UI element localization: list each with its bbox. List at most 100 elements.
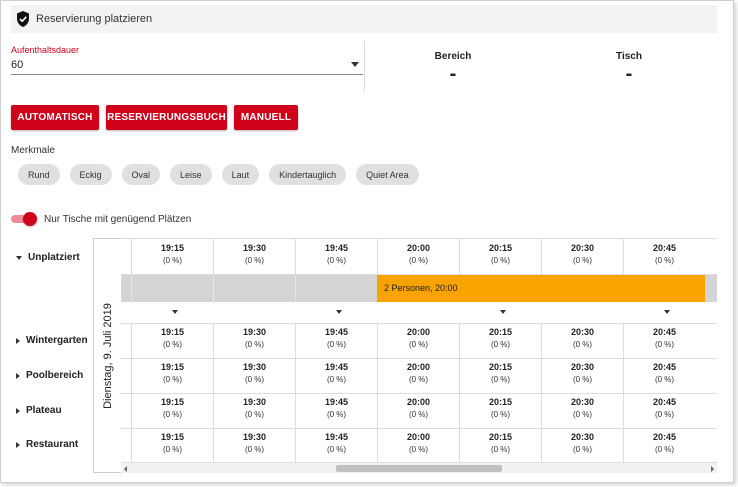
occupancy-label: (0 %)	[244, 445, 265, 454]
dialog-title: Reservierung platzieren	[36, 13, 153, 25]
time-slot-cell[interactable]: 19:15 (0 %)	[131, 428, 213, 462]
expand-right-icon	[16, 441, 20, 448]
time-label: 20:00	[406, 243, 431, 253]
occupancy-label: (0 %)	[162, 445, 183, 454]
reservation-block[interactable]: 2 Personen, 20:00	[377, 274, 705, 302]
time-label: 19:45	[324, 362, 349, 372]
time-slot-cell[interactable]: 19:45 (0 %)	[295, 323, 377, 358]
time-label: 20:00	[406, 362, 431, 372]
occupancy-label: (0 %)	[490, 375, 511, 384]
automatisch-button[interactable]: AUTOMATISCH	[11, 105, 99, 130]
group-label: Poolbereich	[26, 370, 84, 381]
time-label: 20:45	[652, 362, 677, 372]
dropdown-arrow-icon[interactable]	[336, 310, 342, 314]
occupancy-label: (0 %)	[654, 340, 675, 349]
occupancy-label: (0 %)	[408, 256, 429, 265]
reservierungsbuch-button[interactable]: RESERVIERUNGSBUCH	[106, 105, 227, 130]
time-slot-cell[interactable]: 19:30 (0 %)	[213, 323, 295, 358]
group-restaurant[interactable]: Restaurant	[16, 439, 78, 450]
time-slot-cell[interactable]: 20:45 (0 %)	[623, 323, 705, 358]
group-plateau[interactable]: Plateau	[16, 405, 62, 416]
duration-select[interactable]: Aufenthaltsdauer 60	[11, 45, 363, 75]
time-slot-cell[interactable]: 20:00 (0 %)	[377, 323, 459, 358]
group-unplatziert[interactable]: Unplatziert	[16, 252, 80, 263]
time-slot-cell[interactable]: 20:15 (0 %)	[459, 393, 541, 428]
time-slot-cell[interactable]: 20:00 (0 %)	[377, 239, 459, 274]
horizontal-scrollbar[interactable]	[121, 462, 717, 473]
scrollbar-thumb[interactable]	[336, 465, 502, 472]
time-slot-cell[interactable]: 19:45 (0 %)	[295, 239, 377, 274]
time-label: 19:30	[242, 243, 267, 253]
occupancy-label: (0 %)	[654, 256, 675, 265]
occupancy-label: (0 %)	[162, 256, 183, 265]
time-slot-cell[interactable]: 19:45 (0 %)	[295, 428, 377, 462]
time-slot-cell[interactable]: 19:15 (0 %)	[131, 358, 213, 393]
time-label: 20:45	[652, 432, 677, 442]
duration-value[interactable]: 60	[11, 59, 363, 75]
time-label: 20:45	[652, 327, 677, 337]
time-slot-cell[interactable]: 20:00 (0 %)	[377, 358, 459, 393]
tisch-value: -	[625, 63, 633, 85]
dialog-frame: Reservierung platzieren Aufenthaltsdauer…	[0, 0, 734, 483]
time-slot-cell[interactable]: 19:15 (0 %)	[131, 239, 213, 274]
time-slot-cell[interactable]: 19:30 (0 %)	[213, 393, 295, 428]
dialog-header: Reservierung platzieren	[11, 5, 717, 33]
scroll-left-icon[interactable]	[124, 466, 127, 472]
time-slot-cell[interactable]: 20:30 (0 %)	[541, 393, 623, 428]
time-slot-cell[interactable]: 20:30 (0 %)	[541, 239, 623, 274]
dropdown-arrow-icon[interactable]	[500, 310, 506, 314]
time-slot-cell[interactable]: 20:30 (0 %)	[541, 323, 623, 358]
chip-eckig[interactable]: Eckig	[69, 164, 112, 185]
time-slot-cell[interactable]: 20:00 (0 %)	[377, 393, 459, 428]
row-divider	[121, 428, 717, 429]
time-slot-cell[interactable]: 20:30 (0 %)	[541, 358, 623, 393]
time-slot-cell[interactable]: 20:45 (0 %)	[623, 393, 705, 428]
time-slot-cell[interactable]: 20:45 (0 %)	[623, 428, 705, 462]
time-slot-cell[interactable]: 19:30 (0 %)	[213, 358, 295, 393]
seats-toggle[interactable]	[11, 212, 37, 226]
group-poolbereich[interactable]: Poolbereich	[16, 370, 83, 381]
occupancy-label: (0 %)	[162, 410, 183, 419]
occupancy-label: (0 %)	[408, 410, 429, 419]
caret-down-icon[interactable]	[351, 62, 359, 67]
time-slot-cell[interactable]: 19:15 (0 %)	[131, 393, 213, 428]
time-slot-cell[interactable]: 19:45 (0 %)	[295, 393, 377, 428]
time-label: 19:15	[160, 243, 185, 253]
dropdown-arrow-icon[interactable]	[664, 310, 670, 314]
manuell-button[interactable]: MANUELL	[234, 105, 298, 130]
time-slot-cell[interactable]: 19:30 (0 %)	[213, 239, 295, 274]
time-slot-cell[interactable]: 19:30 (0 %)	[213, 428, 295, 462]
chip-kindertauglich[interactable]: Kindertauglich	[269, 164, 347, 185]
time-slot-cell[interactable]: 19:45 (0 %)	[295, 358, 377, 393]
time-slot-cell[interactable]: 20:15 (0 %)	[459, 239, 541, 274]
time-slot-cell[interactable]: 20:30 (0 %)	[541, 428, 623, 462]
occupancy-label: (0 %)	[654, 445, 675, 454]
date-column: Dienstag, 9. Juli 2019	[93, 238, 121, 473]
time-label: 19:30	[242, 362, 267, 372]
time-slot-cell[interactable]: 20:00 (0 %)	[377, 428, 459, 462]
occupancy-label: (0 %)	[572, 256, 593, 265]
time-slot-cell[interactable]: 20:15 (0 %)	[459, 428, 541, 462]
dropdown-arrow-icon[interactable]	[172, 310, 178, 314]
time-slot-cell[interactable]: 20:45 (0 %)	[623, 358, 705, 393]
group-wintergarten[interactable]: Wintergarten	[16, 335, 88, 346]
chip-rund[interactable]: Rund	[18, 164, 60, 185]
chip-oval[interactable]: Oval	[121, 164, 161, 185]
scroll-right-icon[interactable]	[711, 466, 714, 472]
occupancy-label: (0 %)	[326, 256, 347, 265]
band-separator	[295, 274, 296, 302]
group-label: Unplatziert	[28, 252, 80, 263]
occupancy-label: (0 %)	[572, 340, 593, 349]
merkmale-chips: Rund Eckig Oval Leise Laut Kindertauglic…	[18, 164, 419, 185]
time-slot-cell[interactable]: 19:15 (0 %)	[131, 323, 213, 358]
time-slot-cell[interactable]: 20:45 (0 %)	[623, 239, 705, 274]
divider	[364, 41, 365, 91]
time-slot-cell[interactable]: 20:15 (0 %)	[459, 323, 541, 358]
merkmale-label: Merkmale	[11, 145, 55, 156]
chip-quiet-area[interactable]: Quiet Area	[356, 164, 419, 185]
time-slot-cell[interactable]: 20:15 (0 %)	[459, 358, 541, 393]
occupancy-label: (0 %)	[244, 256, 265, 265]
chip-laut[interactable]: Laut	[221, 164, 260, 185]
chip-leise[interactable]: Leise	[170, 164, 212, 185]
occupancy-label: (0 %)	[162, 340, 183, 349]
